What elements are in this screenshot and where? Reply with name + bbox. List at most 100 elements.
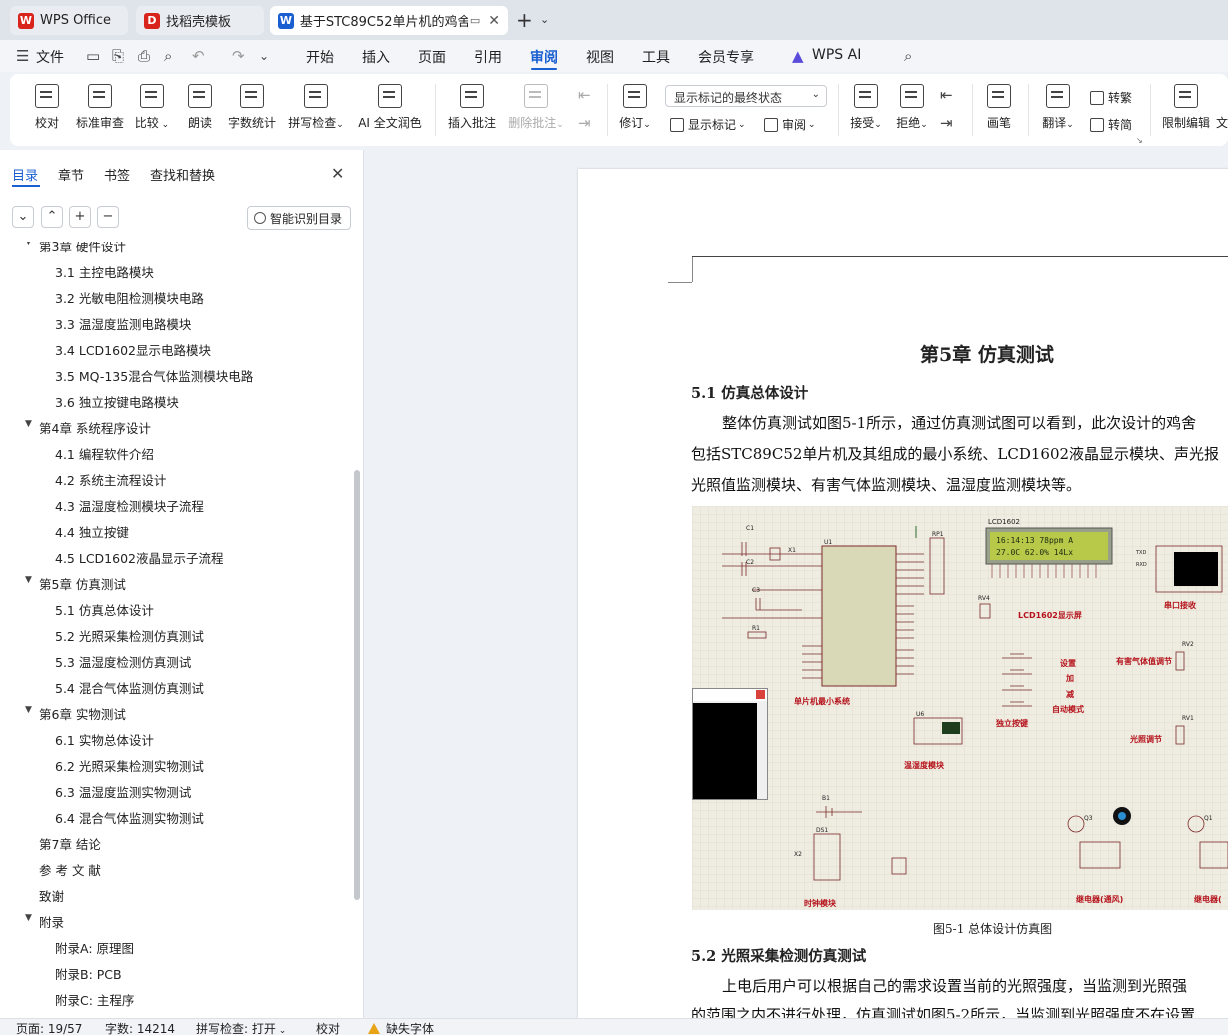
toc-chapter-item[interactable]: ▼ 附录 bbox=[25, 912, 64, 931]
toc-section-item[interactable]: 4.4 独立按键 bbox=[55, 522, 129, 541]
new-tab-icon[interactable]: + bbox=[516, 8, 533, 32]
screen-icon[interactable]: ▭ bbox=[470, 14, 480, 27]
insert-comment-button[interactable]: 插入批注 bbox=[446, 80, 498, 131]
save-icon[interactable]: ▭ bbox=[86, 47, 100, 65]
spell-check-indicator[interactable]: 拼写检查: 打开 ⌄ bbox=[196, 1020, 286, 1035]
toc-section-item[interactable]: 3.4 LCD1602显示电路模块 bbox=[55, 340, 211, 359]
menu-page[interactable]: 页面 bbox=[418, 47, 446, 67]
word-count-indicator[interactable]: 字数: 14214 bbox=[105, 1020, 175, 1035]
toc-section-item[interactable]: 4.1 编程软件介绍 bbox=[55, 444, 154, 463]
read-aloud-button[interactable]: 朗读 bbox=[184, 80, 216, 131]
expand-up-button[interactable]: ⌃ bbox=[41, 206, 63, 228]
toc-section-item[interactable]: 3.1 主控电路模块 bbox=[55, 262, 154, 281]
toc-section-item[interactable]: 3.3 温湿度监测电路模块 bbox=[55, 314, 191, 333]
tab-chapters[interactable]: 章节 bbox=[58, 165, 84, 184]
reject-button[interactable]: 拒绝⌄ bbox=[894, 80, 930, 131]
markup-state-select[interactable]: 显示标记的最终状态 ⌄ bbox=[665, 85, 827, 107]
menu-file[interactable]: 文件 bbox=[36, 47, 64, 67]
expand-arrow-icon[interactable]: ▼ bbox=[25, 575, 32, 585]
toc-chapter-item[interactable]: ▼ 第3章 硬件设计 bbox=[25, 242, 126, 255]
tab-find-replace[interactable]: 查找和替换 bbox=[150, 165, 215, 184]
pen-button[interactable]: 画笔 bbox=[984, 80, 1014, 131]
tab-bookmarks[interactable]: 书签 bbox=[104, 165, 130, 184]
toc-section-item[interactable]: 4.2 系统主流程设计 bbox=[55, 470, 166, 489]
previous-comment-icon[interactable]: ⇤ bbox=[578, 86, 591, 104]
toc-section-item[interactable]: 3.5 MQ-135混合气体监测模块电路 bbox=[55, 366, 253, 385]
tab-current-document[interactable]: W 基于STC89C52单片机的鸡舍环 ▭ ✕ bbox=[270, 6, 508, 35]
hamburger-icon[interactable]: ☰ bbox=[16, 47, 29, 65]
toc-section-item[interactable]: 附录A: 原理图 bbox=[55, 938, 134, 957]
close-icon[interactable]: ✕ bbox=[331, 164, 344, 183]
next-comment-icon[interactable]: ⇥ bbox=[578, 114, 591, 132]
proofread-button[interactable]: 校对 bbox=[30, 80, 64, 131]
menu-reference[interactable]: 引用 bbox=[474, 47, 502, 67]
expand-arrow-icon[interactable]: ▼ bbox=[25, 705, 32, 715]
print-preview-icon[interactable]: ⌕ bbox=[164, 47, 172, 65]
toc-section-item[interactable]: 5.3 温湿度检测仿真测试 bbox=[55, 652, 191, 671]
word-count-button[interactable]: 字数统计 bbox=[226, 80, 278, 131]
menu-view[interactable]: 视图 bbox=[586, 47, 614, 67]
chevron-down-icon[interactable]: ⌄ bbox=[259, 49, 269, 63]
toc-section-item[interactable]: 附录C: 主程序 bbox=[55, 990, 134, 1009]
close-icon[interactable] bbox=[756, 690, 765, 699]
toc-chapter-item[interactable]: 致谢 bbox=[39, 886, 64, 905]
accept-button[interactable]: 接受⌄ bbox=[848, 80, 884, 131]
spell-check-button[interactable]: 拼写检查⌄ bbox=[286, 80, 346, 131]
remove-heading-button[interactable]: − bbox=[97, 206, 119, 228]
to-simplified-button[interactable]: 转简 bbox=[1090, 116, 1132, 133]
toc-section-item[interactable]: 4.5 LCD1602液晶显示子流程 bbox=[55, 548, 223, 567]
simulation-terminal-window[interactable] bbox=[692, 688, 768, 800]
restrict-edit-button[interactable]: 限制编辑 bbox=[1160, 80, 1212, 131]
toc-section-item[interactable]: 6.4 混合气体监测实物测试 bbox=[55, 808, 204, 827]
menu-member[interactable]: 会员专享 bbox=[698, 47, 754, 67]
to-traditional-button[interactable]: 转繁 bbox=[1090, 89, 1132, 106]
next-change-icon[interactable]: ⇥ bbox=[940, 114, 953, 132]
show-markup-button[interactable]: 显示标记 ⌄ bbox=[670, 116, 746, 133]
menu-insert[interactable]: 插入 bbox=[362, 47, 390, 67]
review-pane-button[interactable]: 审阅 ⌄ bbox=[764, 116, 816, 133]
ai-polish-button[interactable]: AI 全文润色 bbox=[356, 80, 424, 131]
toc-section-item[interactable]: 6.3 温湿度监测实物测试 bbox=[55, 782, 191, 801]
previous-change-icon[interactable]: ⇤ bbox=[940, 86, 953, 104]
toc-section-item[interactable]: 5.4 混合气体监测仿真测试 bbox=[55, 678, 204, 697]
toc-chapter-item[interactable]: ▼ 第6章 实物测试 bbox=[25, 704, 126, 723]
redo-icon[interactable]: ↷ bbox=[232, 47, 245, 65]
toc-chapter-item[interactable]: ▼ 第4章 系统程序设计 bbox=[25, 418, 151, 437]
toc-section-item[interactable]: 6.2 光照采集检测实物测试 bbox=[55, 756, 204, 775]
export-icon[interactable]: ⎘ bbox=[112, 47, 124, 65]
proofread-indicator[interactable]: 校对 bbox=[316, 1020, 340, 1035]
circuit-diagram-figure[interactable]: U1 单片机最小系统 C1 C2 X1 C3 R1 RP1 LCD1602 16… bbox=[692, 506, 1228, 910]
toc-chapter-item[interactable]: 第7章 结论 bbox=[39, 834, 101, 853]
revise-button[interactable]: 修订⌄ bbox=[616, 80, 654, 131]
chevron-down-icon[interactable]: ⌄ bbox=[540, 13, 549, 26]
expand-arrow-icon[interactable]: ▼ bbox=[25, 242, 32, 247]
translate-button[interactable]: 翻译⌄ bbox=[1040, 80, 1076, 131]
add-heading-button[interactable]: + bbox=[69, 206, 91, 228]
menu-tools[interactable]: 工具 bbox=[642, 47, 670, 67]
dialog-launcher-icon[interactable]: ↘ bbox=[1136, 136, 1143, 145]
toc-section-item[interactable]: 5.2 光照采集检测仿真测试 bbox=[55, 626, 204, 645]
toc-section-item[interactable]: 附录B: PCB bbox=[55, 964, 122, 983]
compare-button[interactable]: 比较 ⌄ bbox=[134, 80, 170, 131]
toc-section-item[interactable]: 3.6 独立按键电路模块 bbox=[55, 392, 179, 411]
toc-section-item[interactable]: 3.2 光敏电阻检测模块电路 bbox=[55, 288, 204, 307]
tab-docer-templates[interactable]: D 找稻壳模板 bbox=[136, 6, 264, 35]
close-icon[interactable]: ✕ bbox=[488, 13, 500, 29]
toc-section-item[interactable]: 5.1 仿真总体设计 bbox=[55, 600, 154, 619]
menu-review[interactable]: 审阅 bbox=[530, 47, 558, 67]
delete-comment-button[interactable]: 删除批注⌄ bbox=[506, 80, 566, 131]
toc-chapter-item[interactable]: ▼ 第5章 仿真测试 bbox=[25, 574, 126, 593]
toc-chapter-item[interactable]: 参 考 文 献 bbox=[39, 860, 101, 879]
wps-ai-icon[interactable]: ▲ bbox=[792, 47, 804, 65]
undo-icon[interactable]: ↶ bbox=[192, 47, 205, 65]
missing-font-indicator[interactable]: 缺失字体 bbox=[368, 1020, 434, 1035]
toc-section-item[interactable]: 6.1 实物总体设计 bbox=[55, 730, 154, 749]
menu-home[interactable]: 开始 bbox=[306, 47, 334, 67]
page-indicator[interactable]: 页面: 19/57 bbox=[16, 1020, 82, 1035]
collapse-all-button[interactable]: ⌄ bbox=[12, 206, 34, 228]
tab-wps-office[interactable]: W WPS Office bbox=[10, 6, 128, 35]
standard-review-button[interactable]: 标准审查 bbox=[74, 80, 126, 131]
search-icon[interactable]: ⌕ bbox=[904, 47, 912, 65]
toc-scrollbar[interactable] bbox=[354, 470, 360, 900]
toc-section-item[interactable]: 4.3 温湿度检测模块子流程 bbox=[55, 496, 204, 515]
